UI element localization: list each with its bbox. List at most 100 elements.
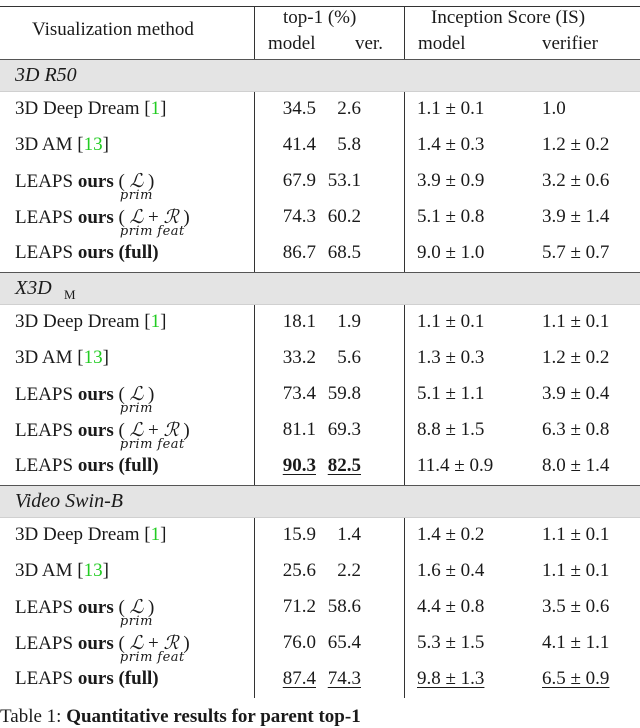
top1-model-cell: 18.1 bbox=[258, 311, 316, 333]
is-verifier-cell-value: 1.2 ± 0.2 bbox=[542, 347, 610, 368]
table-row: LEAPS ours ( ℒprim + ℛfeat ) 74.3 60.2 5.1 … bbox=[0, 200, 640, 239]
citation-link[interactable]: 13 bbox=[84, 134, 103, 155]
is-verifier-cell: 1.1 ± 0.1 bbox=[542, 311, 609, 333]
is-verifier-cell-value: 3.9 ± 0.4 bbox=[542, 383, 610, 404]
top1-verifier-cell-value: 2.6 bbox=[337, 98, 361, 119]
top1-verifier-cell-value: 69.3 bbox=[327, 419, 361, 440]
top1-verifier-cell: 58.6 bbox=[316, 596, 361, 618]
regularizer-term: ℛfeat bbox=[157, 419, 184, 452]
top1-verifier-cell: 68.5 bbox=[316, 242, 361, 264]
is-verifier-cell-value: 8.0 ± 1.4 bbox=[542, 455, 610, 476]
is-model-cell: 1.3 ± 0.3 bbox=[417, 347, 484, 369]
top1-model-cell: 34.5 bbox=[258, 98, 316, 120]
is-verifier-cell-value: 6.3 ± 0.8 bbox=[542, 419, 610, 440]
top1-model-cell-value: 86.7 bbox=[282, 242, 316, 263]
top1-verifier-cell-value: 58.6 bbox=[327, 596, 361, 617]
section-title: 3D R50 bbox=[15, 64, 77, 86]
is-verifier-cell: 1.0 bbox=[542, 98, 566, 120]
top1-model-cell-value: 71.2 bbox=[282, 596, 316, 617]
top1-model-cell: 41.4 bbox=[258, 134, 316, 156]
is-model-cell-value: 1.1 ± 0.1 bbox=[417, 311, 485, 332]
is-verifier-cell: 1.1 ± 0.1 bbox=[542, 560, 609, 582]
top1-verifier-cell-value: 65.4 bbox=[327, 632, 361, 653]
top1-verifier-cell: 69.3 bbox=[316, 419, 361, 441]
is-model-cell: 11.4 ± 0.9 bbox=[417, 455, 493, 477]
table-row: LEAPS ours ( ℒprim + ℛfeat ) 81.1 69.3 8.8 … bbox=[0, 413, 640, 452]
is-model-cell: 5.1 ± 0.8 bbox=[417, 206, 484, 228]
method-cell: LEAPS ours (full) bbox=[15, 455, 159, 477]
table-row: LEAPS ours (full) 90.3 82.5 11.4 ± 0.9 8.0 ±… bbox=[0, 449, 640, 485]
section-rows: 3D Deep Dream [1] 15.9 1.4 1.4 ± 0.2 1.1 ± 0… bbox=[0, 518, 640, 698]
method-name: LEAPS bbox=[15, 420, 74, 441]
ours-label: ours bbox=[77, 420, 114, 441]
table-row: 3D Deep Dream [1] 34.5 2.6 1.1 ± 0.1 1.0 bbox=[0, 92, 640, 128]
top1-verifier-cell-value: 53.1 bbox=[327, 170, 361, 191]
top1-verifier-cell: 2.6 bbox=[316, 98, 361, 120]
method-name: LEAPS bbox=[15, 384, 74, 405]
top1-model-cell-value: 81.1 bbox=[282, 419, 316, 440]
is-verifier-cell: 1.2 ± 0.2 bbox=[542, 347, 609, 369]
top1-model-cell-value: 87.4 bbox=[282, 668, 316, 689]
is-model-cell-value: 8.8 ± 1.5 bbox=[417, 419, 485, 440]
table-row: LEAPS ours (full) 86.7 68.5 9.0 ± 1.0 5.7 ± … bbox=[0, 236, 640, 272]
top1-verifier-cell: 5.8 bbox=[316, 134, 361, 156]
is-verifier-cell-value: 1.1 ± 0.1 bbox=[542, 311, 610, 332]
top1-verifier-cell: 65.4 bbox=[316, 632, 361, 654]
column-divider bbox=[404, 7, 406, 59]
is-verifier-cell: 8.0 ± 1.4 bbox=[542, 455, 609, 477]
is-verifier-cell-value: 3.5 ± 0.6 bbox=[542, 596, 610, 617]
is-verifier-cell-value: 4.1 ± 1.1 bbox=[542, 632, 610, 653]
section-title: X3D bbox=[15, 277, 52, 299]
method-cell: LEAPS ours ( ℒprim ) bbox=[15, 383, 155, 416]
column-divider bbox=[254, 7, 256, 59]
caption-prefix: Table 1: bbox=[0, 706, 62, 727]
is-verifier-cell-value: 3.9 ± 1.4 bbox=[542, 206, 610, 227]
is-verifier-cell: 6.3 ± 0.8 bbox=[542, 419, 609, 441]
method-cell: 3D Deep Dream [1] bbox=[15, 524, 167, 545]
citation-link[interactable]: 1 bbox=[151, 98, 161, 119]
top1-model-cell-value: 34.5 bbox=[282, 98, 316, 119]
is-model-cell-value: 1.6 ± 0.4 bbox=[417, 560, 485, 581]
column-divider bbox=[404, 518, 406, 698]
top1-verifier-cell: 59.8 bbox=[316, 383, 361, 405]
method-name: LEAPS bbox=[15, 242, 74, 263]
loss-term: ℒprim bbox=[120, 383, 153, 416]
column-divider bbox=[254, 518, 256, 698]
header-is-group: Inception Score (IS) bbox=[431, 7, 586, 28]
method-name: 3D AM bbox=[15, 347, 73, 368]
is-verifier-cell: 3.5 ± 0.6 bbox=[542, 596, 609, 618]
method-cell: LEAPS ours ( ℒprim + ℛfeat ) bbox=[15, 419, 190, 452]
citation-link[interactable]: 1 bbox=[151, 311, 161, 332]
method-cell: LEAPS ours ( ℒprim ) bbox=[15, 170, 155, 203]
method-cell: 3D Deep Dream [1] bbox=[15, 98, 167, 119]
top1-verifier-cell-value: 1.9 bbox=[337, 311, 361, 332]
table-row: LEAPS ours ( ℒprim + ℛfeat ) 76.0 65.4 5.3 … bbox=[0, 626, 640, 665]
is-model-cell: 1.4 ± 0.2 bbox=[417, 524, 484, 546]
top1-model-cell: 74.3 bbox=[258, 206, 316, 228]
is-verifier-cell: 1.2 ± 0.2 bbox=[542, 134, 609, 156]
is-model-cell: 4.4 ± 0.8 bbox=[417, 596, 484, 618]
is-model-cell: 9.0 ± 1.0 bbox=[417, 242, 484, 264]
regularizer-term: ℛfeat bbox=[157, 206, 184, 239]
top1-model-cell: 90.3 bbox=[258, 455, 316, 477]
method-cell: 3D AM [13] bbox=[15, 560, 109, 581]
table-row: LEAPS ours ( ℒprim ) 73.4 59.8 5.1 ± 1.1 3.9… bbox=[0, 377, 640, 416]
top1-model-cell: 71.2 bbox=[258, 596, 316, 618]
top1-verifier-cell-value: 5.6 bbox=[337, 347, 361, 368]
top1-model-cell-value: 15.9 bbox=[282, 524, 316, 545]
is-verifier-cell: 3.2 ± 0.6 bbox=[542, 170, 609, 192]
citation-link[interactable]: 13 bbox=[84, 347, 103, 368]
top1-model-cell: 73.4 bbox=[258, 383, 316, 405]
is-model-cell-value: 3.9 ± 0.9 bbox=[417, 170, 485, 191]
table-row: LEAPS ours (full) 87.4 74.3 9.8 ± 1.3 6.5 ± … bbox=[0, 662, 640, 698]
citation-link[interactable]: 1 bbox=[151, 524, 161, 545]
method-cell: 3D AM [13] bbox=[15, 134, 109, 155]
loss-term: ℒprim bbox=[120, 206, 153, 239]
is-model-cell-value: 1.1 ± 0.1 bbox=[417, 98, 485, 119]
is-verifier-cell-value: 1.1 ± 0.1 bbox=[542, 560, 610, 581]
citation-link[interactable]: 13 bbox=[84, 560, 103, 581]
method-name: LEAPS bbox=[15, 455, 74, 476]
top1-verifier-cell-value: 59.8 bbox=[327, 383, 361, 404]
is-model-cell-value: 1.3 ± 0.3 bbox=[417, 347, 485, 368]
top1-model-cell-value: 90.3 bbox=[282, 455, 316, 476]
